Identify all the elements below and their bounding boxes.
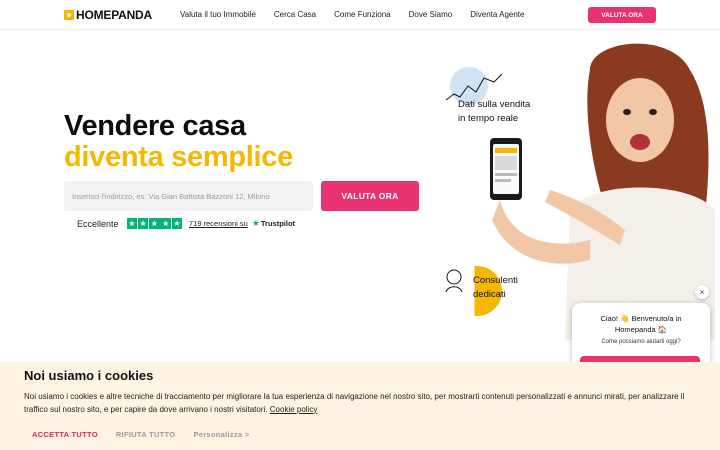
reviews-link[interactable]: 719 recensioni su (189, 219, 248, 228)
star-icon: ★ (149, 218, 160, 229)
cookie-actions: ACCETTA TUTTO RIFIUTA TUTTO Personalizza… (32, 430, 250, 439)
chat-close-icon[interactable]: × (695, 285, 709, 299)
rating-label: Eccellente (77, 218, 119, 229)
woman-eye (649, 109, 657, 115)
data-label: Dati sulla vendita in tempo reale (458, 99, 531, 124)
customize-button[interactable]: Personalizza > (193, 430, 249, 439)
header-valuta-button[interactable]: VALUTA ORA (588, 7, 656, 23)
address-search-input[interactable]: Inserisci l'indirizzo, es: Via Gian Batt… (64, 181, 313, 211)
cookie-banner: Noi usiamo i cookies Noi usiamo i cookie… (0, 362, 720, 450)
rating-stars: ★ ★ ★ ★ ★ (126, 218, 183, 229)
consultant-icon (446, 269, 462, 285)
cookie-title: Noi usiamo i cookies (24, 368, 154, 383)
woman-mouth (630, 134, 650, 150)
star-icon: ★ (126, 218, 138, 229)
chat-subtitle: Come possiamo aiutarti oggi? (601, 339, 681, 345)
nav-item-dove-siamo[interactable]: Dove Siamo (409, 10, 453, 19)
star-icon: ★ (137, 218, 149, 229)
nav-item-diventa-agente[interactable]: Diventa Agente (470, 10, 524, 19)
chat-title: Ciao! 👋 Benvenuto/a in Homepanda 🏠 (600, 314, 682, 334)
logo[interactable]: HOMEPANDA (64, 8, 152, 22)
main-nav: Valuta il tuo Immobile Cerca Casa Come F… (180, 10, 542, 19)
cookie-policy-link[interactable]: Cookie policy (270, 405, 318, 414)
nav-item-cerca-casa[interactable]: Cerca Casa (274, 10, 316, 19)
logo-text: HOMEPANDA (76, 8, 152, 22)
trustpilot-logo-text: Trustpilot (260, 219, 296, 228)
nav-item-come-funziona[interactable]: Come Funziona (334, 10, 390, 19)
accept-all-button[interactable]: ACCETTA TUTTO (32, 430, 98, 439)
header: HOMEPANDA Valuta il tuo Immobile Cerca C… (0, 0, 720, 30)
trustpilot-star-icon: ★ (251, 218, 260, 228)
cookie-text: Noi usiamo i cookies e altre tecniche di… (24, 392, 685, 414)
logo-icon (64, 10, 74, 20)
nav-item-valuta[interactable]: Valuta il tuo Immobile (180, 10, 256, 19)
trend-line-icon (445, 73, 503, 101)
page: HOMEPANDA Valuta il tuo Immobile Cerca C… (0, 0, 720, 450)
valuta-ora-button[interactable]: VALUTA ORA (321, 181, 419, 211)
reject-all-button[interactable]: RIFIUTA TUTTO (116, 430, 176, 439)
hero-title: Vendere casa diventa semplice (64, 111, 293, 173)
hero-title-line1: Vendere casa (64, 110, 246, 142)
star-icon: ★ (160, 218, 171, 229)
consult-label: Consulenti dedicati (473, 275, 518, 300)
hero-title-line2: diventa semplice (64, 141, 293, 173)
woman-eye (623, 109, 631, 115)
star-icon: ★ (171, 218, 183, 229)
trustpilot-widget[interactable]: Eccellente ★ ★ ★ ★ ★ 719 recensioni su ★… (77, 218, 295, 229)
